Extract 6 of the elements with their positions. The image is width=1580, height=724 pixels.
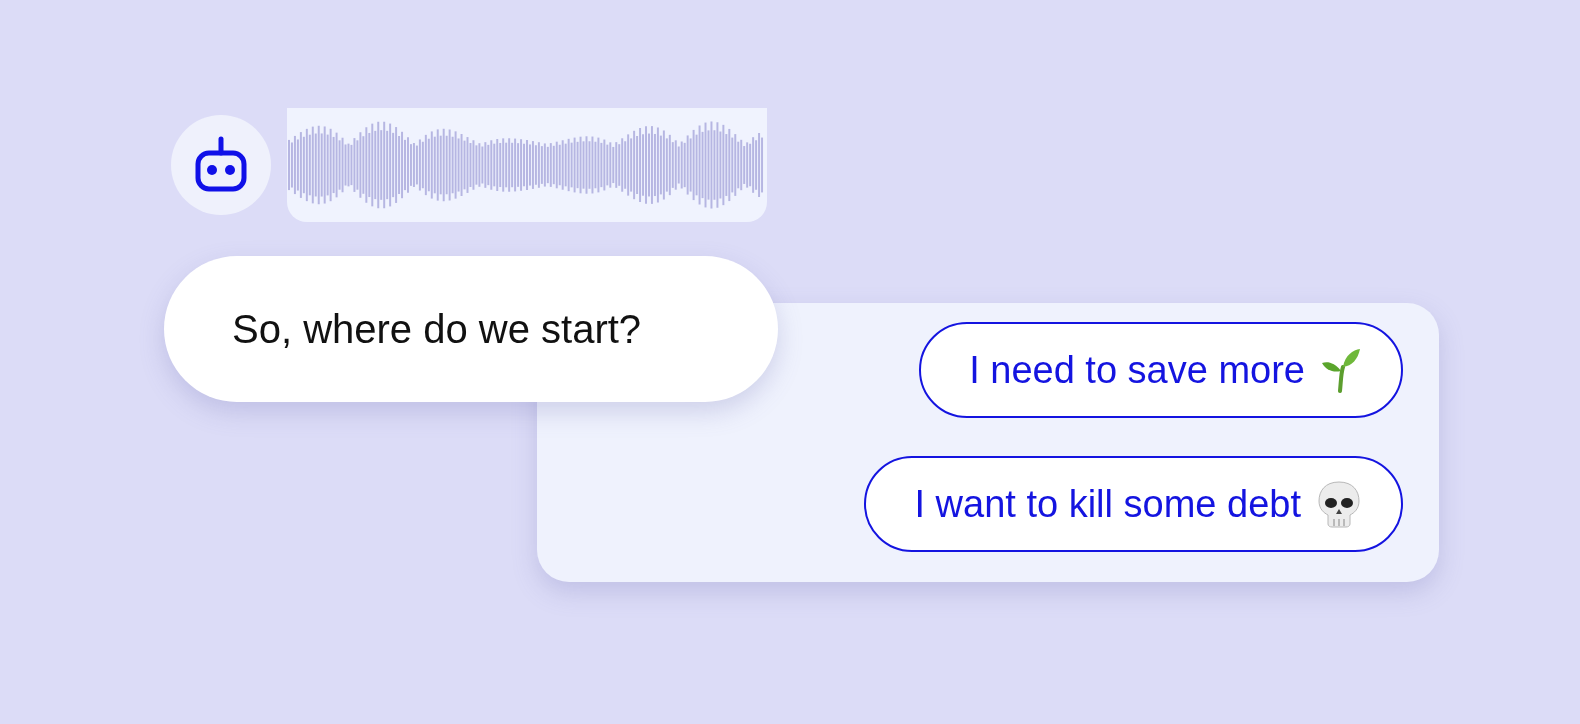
- robot-icon: [193, 136, 249, 194]
- quick-reply-button[interactable]: I want to kill some debt: [864, 456, 1403, 552]
- bot-message-bubble: So, where do we start?: [164, 256, 778, 402]
- sprout-icon: [1321, 347, 1361, 393]
- skull-icon: [1317, 480, 1361, 528]
- quick-reply-button[interactable]: I need to save more: [919, 322, 1403, 418]
